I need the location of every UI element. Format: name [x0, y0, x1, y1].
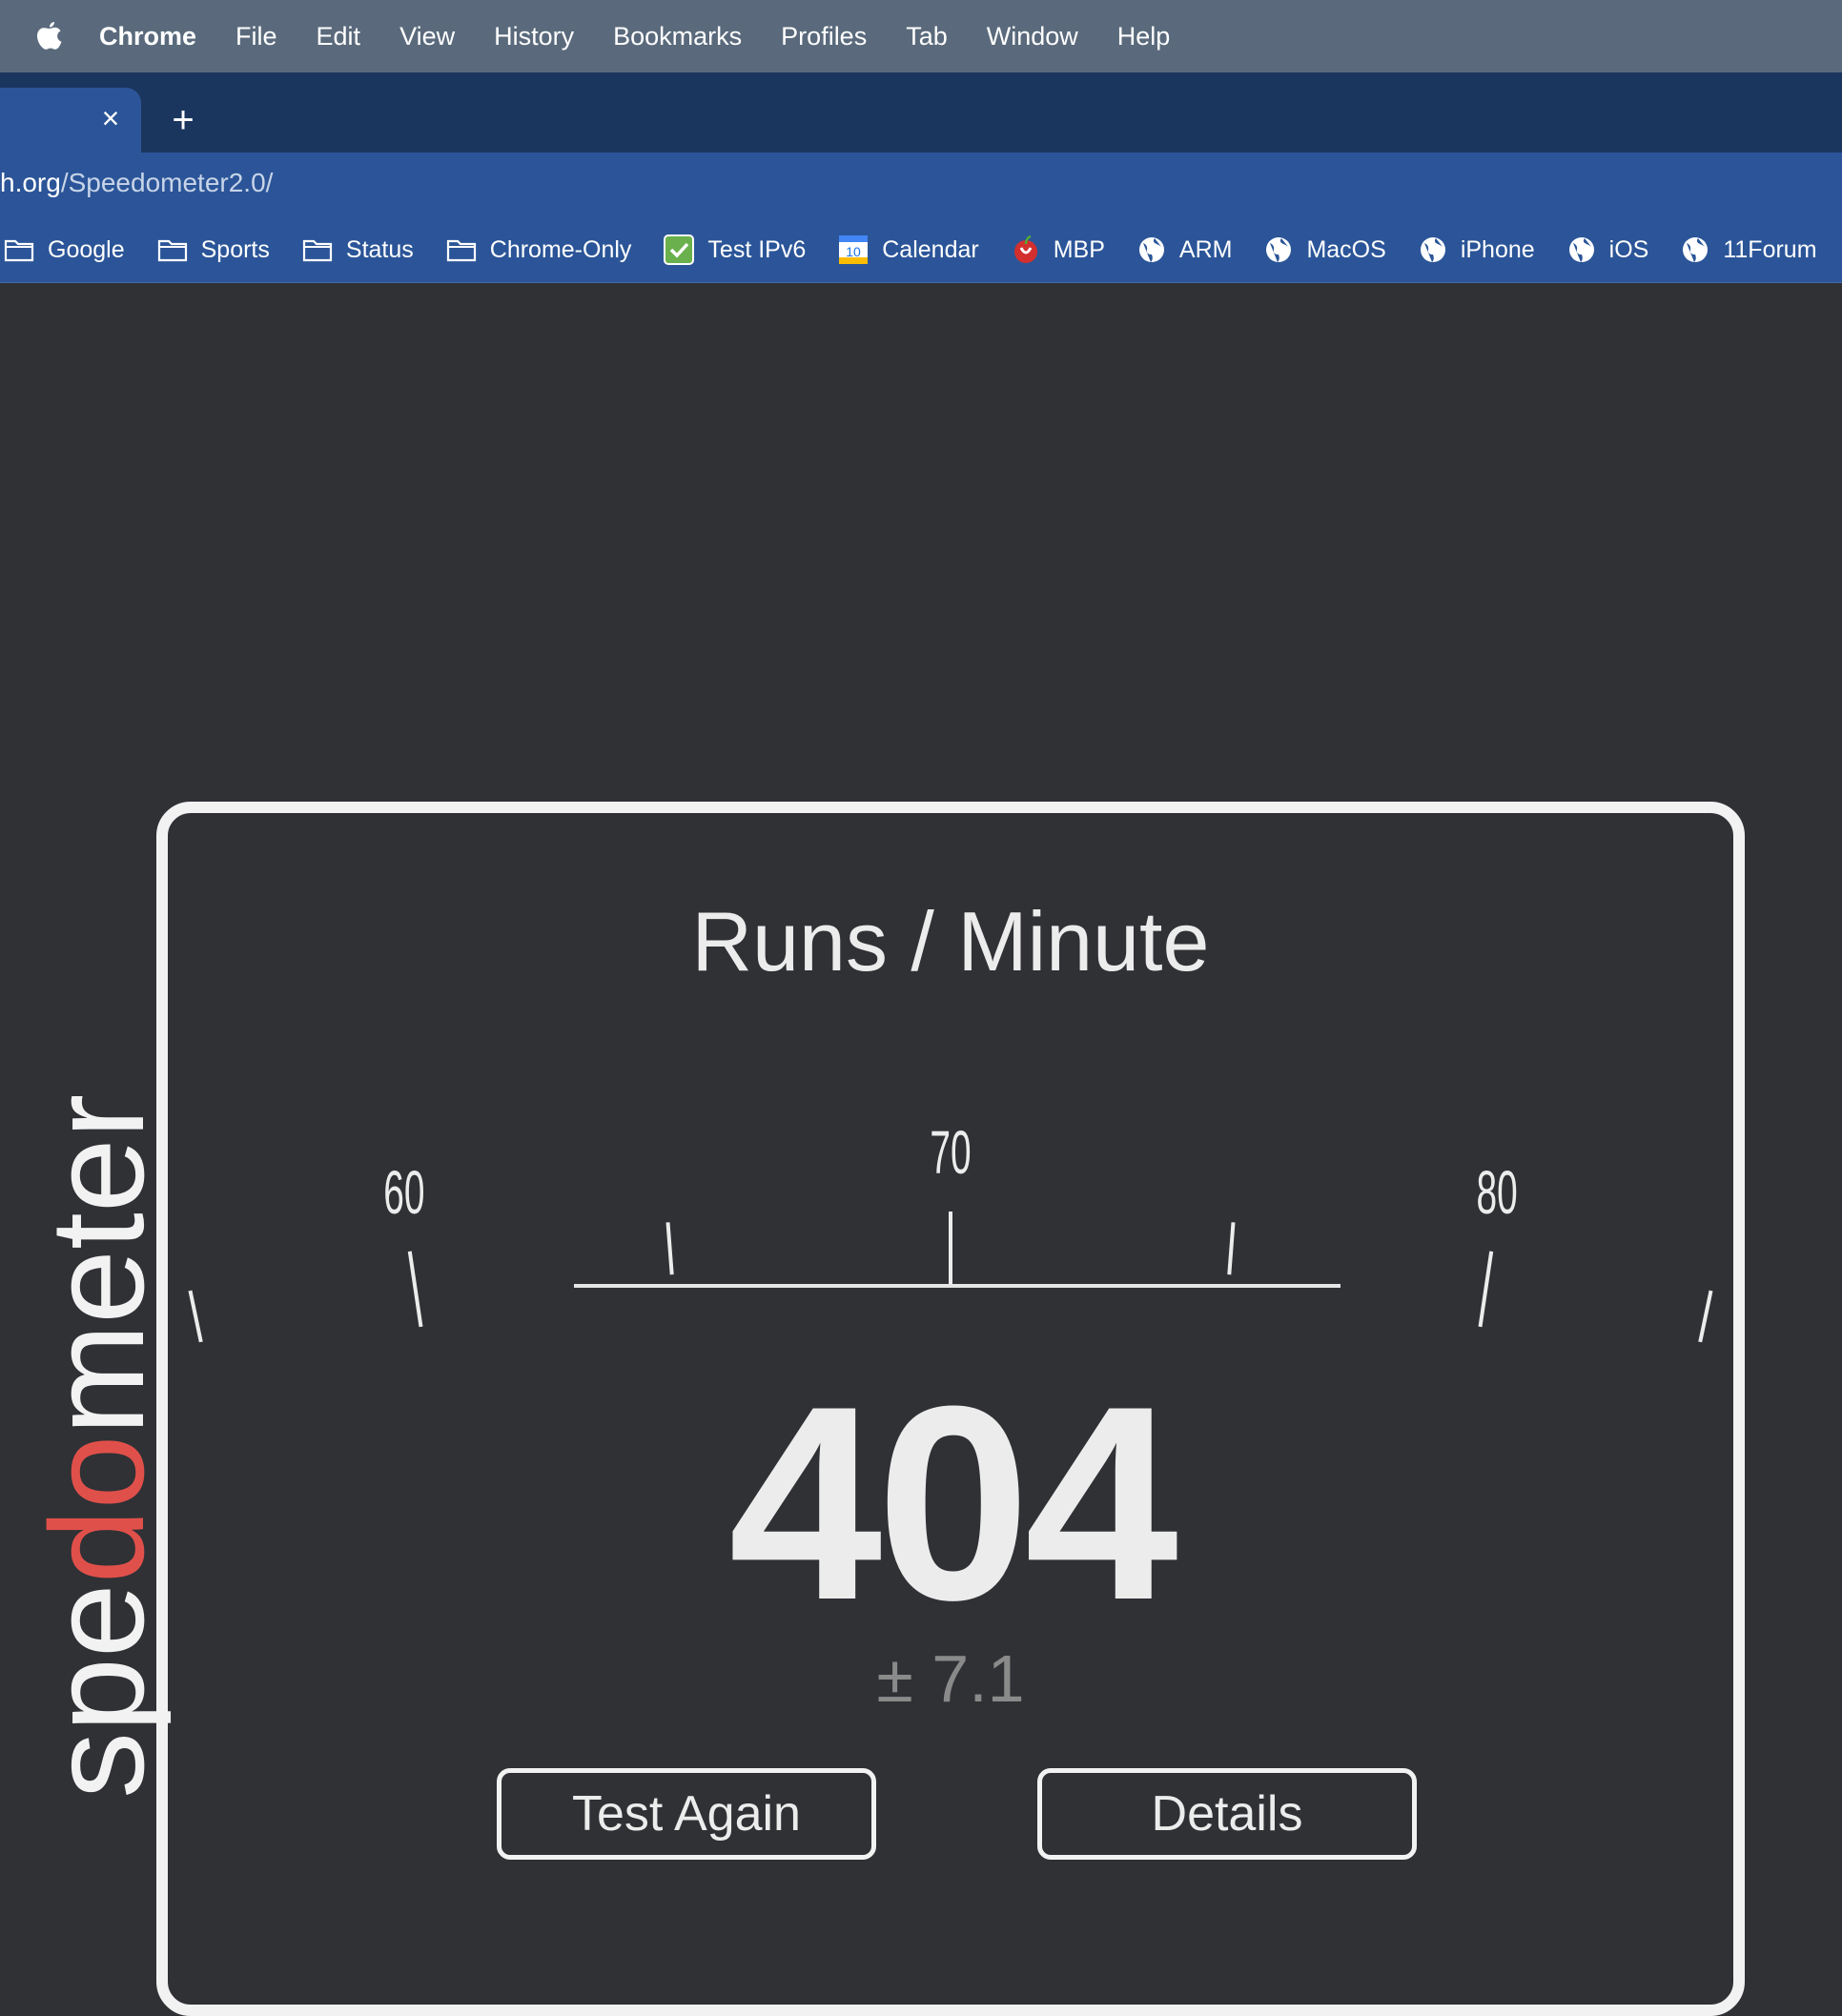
- url-host: h.org: [0, 168, 61, 197]
- bookmark-macos[interactable]: MacOS: [1264, 235, 1386, 264]
- globe-icon: [1266, 237, 1292, 262]
- bookmark-label: MBP: [1053, 235, 1105, 263]
- bookmark-google[interactable]: Google: [4, 236, 125, 264]
- gauge-tick-85: [1698, 1290, 1713, 1343]
- bookmark-label: iOS: [1608, 235, 1649, 263]
- bookmarks-bar: Google Sports Status Chrome-Only Test IP…: [0, 217, 1842, 283]
- menu-history[interactable]: History: [494, 22, 574, 51]
- test-again-button[interactable]: Test Again: [497, 1768, 876, 1860]
- menu-help[interactable]: Help: [1117, 22, 1171, 51]
- bookmark-label: Sports: [200, 235, 270, 263]
- globe-icon: [1683, 237, 1709, 262]
- bookmark-arm[interactable]: ARM: [1137, 235, 1233, 264]
- active-tab[interactable]: ×: [0, 88, 141, 153]
- details-button[interactable]: Details: [1037, 1768, 1417, 1860]
- apple-icon: [1013, 234, 1037, 263]
- bookmark-sports[interactable]: Sports: [157, 236, 270, 264]
- bookmark-label: iPhone: [1460, 235, 1535, 263]
- menu-bar: Chrome File Edit View History Bookmarks …: [0, 0, 1842, 72]
- bookmark-status[interactable]: Status: [302, 236, 414, 264]
- url-path: /Speedometer2.0/: [60, 168, 274, 197]
- url-text[interactable]: h.org/Speedometer2.0/: [0, 168, 273, 198]
- bookmark-test-ipv6[interactable]: Test IPv6: [664, 234, 806, 265]
- speedometer-logo: spedometer: [22, 1094, 172, 1799]
- bookmark-calendar[interactable]: 10 Calendar: [838, 234, 979, 265]
- bookmark-label: 11Forum: [1723, 235, 1817, 263]
- gauge-label-80: 80: [1476, 1159, 1517, 1227]
- gauge-tick-65: [665, 1222, 674, 1275]
- gauge-label-70: 70: [930, 1119, 971, 1187]
- calendar-icon-number: 10: [846, 244, 861, 259]
- menu-file[interactable]: File: [235, 22, 277, 51]
- globe-icon: [1568, 237, 1594, 262]
- menu-app-chrome[interactable]: Chrome: [99, 22, 196, 51]
- bookmark-mbp[interactable]: MBP: [1012, 234, 1105, 265]
- speedometer-page: spedometer 01020304050607080901001101201…: [0, 283, 1842, 2016]
- tab-strip: × +: [0, 72, 1842, 153]
- result-margin: ± 7.1: [876, 1641, 1025, 1716]
- menu-window[interactable]: Window: [987, 22, 1078, 51]
- menu-view[interactable]: View: [399, 22, 455, 51]
- bookmark-chrome-only[interactable]: Chrome-Only: [446, 235, 632, 264]
- folder-icon: [446, 239, 476, 262]
- bookmark-iphone[interactable]: iPhone: [1419, 235, 1535, 264]
- logo-text-meter: meter: [22, 1094, 172, 1436]
- globe-icon: [1420, 237, 1445, 262]
- apple-menu-icon[interactable]: [36, 19, 65, 53]
- bookmark-label: Google: [48, 235, 125, 263]
- bookmark-label: MacOS: [1306, 235, 1386, 263]
- logo-text-do: do: [22, 1436, 172, 1584]
- gauge-tick-60: [407, 1251, 423, 1328]
- gauge-dial: 0102030405060708090100110120130140: [188, 1119, 1713, 1343]
- bookmark-label: Chrome-Only: [489, 235, 632, 263]
- address-bar[interactable]: h.org/Speedometer2.0/: [0, 153, 1842, 217]
- menu-profiles[interactable]: Profiles: [781, 22, 867, 51]
- result-score: 404: [728, 1349, 1178, 1658]
- gauge-tick-75: [1227, 1222, 1236, 1275]
- tab-close-icon[interactable]: ×: [95, 103, 126, 133]
- folder-icon: [4, 239, 34, 262]
- gauge-tick-80: [1478, 1251, 1494, 1328]
- bookmark-ios[interactable]: iOS: [1567, 235, 1649, 264]
- logo-text-spe: spe: [22, 1583, 172, 1799]
- bookmark-label: ARM: [1178, 235, 1233, 263]
- bookmark-11forum[interactable]: 11Forum: [1681, 235, 1817, 264]
- bookmark-label: Test IPv6: [707, 235, 807, 263]
- folder-icon: [157, 239, 187, 262]
- svg-text:spedometer: spedometer: [22, 1094, 172, 1799]
- result-divider: [574, 1284, 1341, 1288]
- bookmark-label: Status: [345, 235, 414, 263]
- bookmark-label: Calendar: [882, 235, 979, 263]
- checkmark-icon: [664, 234, 695, 265]
- calendar-icon: 10: [839, 235, 869, 264]
- menu-edit[interactable]: Edit: [317, 22, 361, 51]
- folder-icon: [302, 239, 332, 262]
- globe-icon: [1138, 237, 1164, 262]
- menu-bookmarks[interactable]: Bookmarks: [613, 22, 742, 51]
- new-tab-button[interactable]: +: [166, 101, 200, 139]
- menu-tab[interactable]: Tab: [906, 22, 948, 51]
- result-title: Runs / Minute: [691, 894, 1210, 988]
- gauge-tick-55: [188, 1290, 203, 1343]
- gauge-label-60: 60: [383, 1159, 424, 1227]
